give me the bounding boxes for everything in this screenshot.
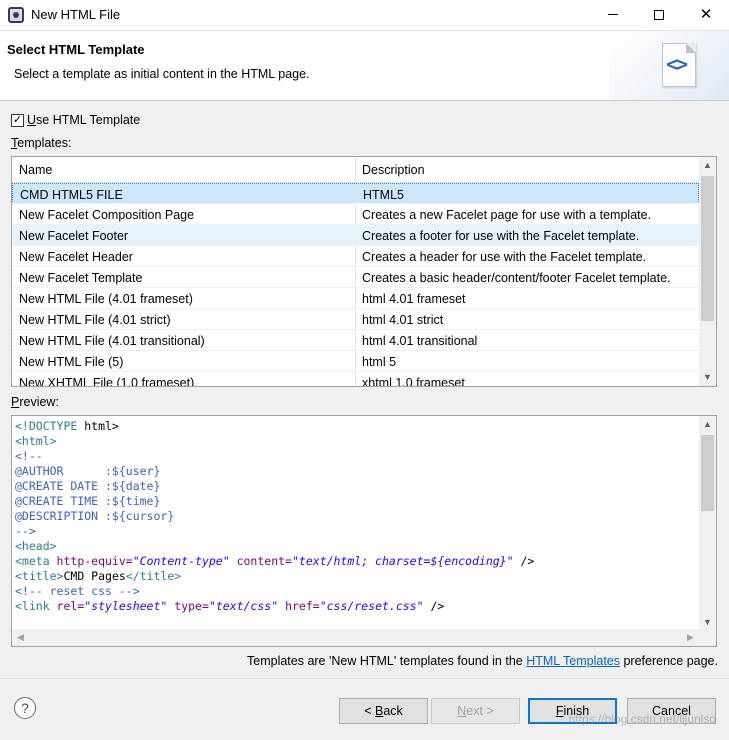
watermark-url: https://blog.csdn.net/lijunlso xyxy=(568,712,716,726)
maximize-button[interactable] xyxy=(636,0,682,30)
code-line: <!DOCTYPE html> xyxy=(15,419,119,433)
code-line: --> xyxy=(15,524,36,538)
code-line: <!-- xyxy=(15,449,43,463)
next-button[interactable]: Next > xyxy=(431,698,520,724)
template-description-cell: html 4.01 transitional xyxy=(362,334,478,348)
footer-note-prefix: Templates are 'New HTML' templates found… xyxy=(247,654,527,668)
code-line: <meta http-equiv="Content-type" content=… xyxy=(15,554,535,568)
code-line: <link rel="stylesheet" type="text/css" h… xyxy=(15,599,445,613)
templates-table[interactable]: Name Description CMD HTML5 FILE HTML5 New … xyxy=(11,156,717,387)
window-title: New HTML File xyxy=(31,7,121,22)
html-templates-link[interactable]: HTML Templates xyxy=(526,654,620,668)
page-fold xyxy=(686,43,696,53)
wizard-page-title: Select HTML Template xyxy=(7,42,145,57)
template-name-cell: New XHTML File (1.0 frameset) xyxy=(19,376,195,387)
scroll-up-arrow-icon[interactable]: ▲ xyxy=(699,157,716,174)
template-name-cell: New Facelet Template xyxy=(19,271,143,285)
template-name-cell: New Facelet Composition Page xyxy=(19,208,195,222)
label-rest: review: xyxy=(19,395,59,409)
footer-note: Templates are 'New HTML' templates found… xyxy=(247,654,718,668)
use-template-checkbox[interactable]: ✓ xyxy=(11,114,24,127)
table-row[interactable]: New HTML File (5) html 5 xyxy=(12,351,699,372)
wizard-header: Select HTML Template Select a template a… xyxy=(0,31,729,101)
template-description-cell: html 5 xyxy=(362,355,397,369)
help-icon: ? xyxy=(21,700,29,716)
template-name-cell: New HTML File (4.01 strict) xyxy=(19,313,171,327)
code-line: @DESCRIPTION :${cursor} xyxy=(15,509,175,523)
template-name-cell: New HTML File (5) xyxy=(19,355,124,369)
code-line: @CREATE TIME :${time} xyxy=(15,494,161,508)
preview-code: <!DOCTYPE html> <html> <!-- @AUTHOR :${user… xyxy=(15,419,534,614)
template-description-cell: HTML5 xyxy=(363,188,404,202)
code-line: <html> xyxy=(15,434,57,448)
preview-label: Preview: xyxy=(11,395,59,409)
table-vertical-scrollbar[interactable]: ▲ ▼ xyxy=(699,157,716,386)
table-row[interactable]: New Facelet Footer Creates a footer for u… xyxy=(12,225,699,246)
close-icon: ✕ xyxy=(699,6,713,23)
back-label-prefix: < xyxy=(364,704,375,718)
label-rest: emplates: xyxy=(17,136,72,150)
template-description-cell: Creates a footer for use with the Facele… xyxy=(362,229,640,243)
template-description-cell: Creates a new Facelet page for use with … xyxy=(362,208,652,222)
title-bar: New HTML File ✕ xyxy=(0,0,729,31)
code-line: @AUTHOR :${user} xyxy=(15,464,161,478)
template-description-cell: Creates a basic header/content/footer Fa… xyxy=(362,271,671,285)
template-description-cell: xhtml 1.0 frameset xyxy=(362,376,465,387)
template-name-cell: New Facelet Footer xyxy=(19,229,129,243)
mnemonic-letter: N xyxy=(457,704,467,718)
label-rest: se HTML Template xyxy=(36,113,141,127)
scroll-left-arrow-icon[interactable]: ◀ xyxy=(12,629,29,646)
scroll-thumb[interactable] xyxy=(701,176,714,321)
next-label-rest: ext > xyxy=(466,704,494,718)
template-name-cell: New Facelet Header xyxy=(19,250,133,264)
maximize-icon xyxy=(654,9,664,20)
template-name-cell: New HTML File (4.01 transitional) xyxy=(19,334,205,348)
eclipse-app-icon xyxy=(8,7,24,23)
template-description-cell: Creates a header for use with the Facele… xyxy=(362,250,647,264)
table-row[interactable]: New HTML File (4.01 frameset) html 4.01 f… xyxy=(12,288,699,309)
preview-horizontal-scrollbar[interactable]: ◀ ▶ xyxy=(12,629,699,646)
footer-note-suffix: preference page. xyxy=(620,654,718,668)
column-header-description[interactable]: Description xyxy=(362,163,425,177)
template-name-cell: New HTML File (4.01 frameset) xyxy=(19,292,193,306)
template-description-cell: html 4.01 frameset xyxy=(362,292,466,306)
table-row[interactable]: New Facelet Header Creates a header for u… xyxy=(12,246,699,267)
code-line: <head> xyxy=(15,539,57,553)
back-button[interactable]: < Back xyxy=(339,698,428,724)
code-brackets-icon: <> xyxy=(666,52,688,76)
scrollbar-corner xyxy=(699,629,716,646)
scroll-up-arrow-icon[interactable]: ▲ xyxy=(699,416,716,433)
scroll-down-arrow-icon[interactable]: ▼ xyxy=(699,369,716,386)
minimize-icon xyxy=(608,14,618,16)
column-header-name[interactable]: Name xyxy=(19,163,52,177)
use-template-label[interactable]: Use HTML Template xyxy=(27,113,140,127)
wizard-page-description: Select a template as initial content in … xyxy=(14,67,310,81)
mnemonic-letter: U xyxy=(27,113,37,127)
table-row[interactable]: New Facelet Template Creates a basic head… xyxy=(12,267,699,288)
html-template-icon: <> xyxy=(662,43,696,87)
table-row[interactable]: CMD HTML5 FILE HTML5 xyxy=(12,183,699,204)
preview-vertical-scrollbar[interactable]: ▲ ▼ xyxy=(699,416,716,631)
back-label-rest: ack xyxy=(383,704,403,718)
templates-label: Templates: xyxy=(11,136,71,150)
preview-pane[interactable]: <!DOCTYPE html> <html> <!-- @AUTHOR :${user… xyxy=(11,415,717,647)
minimize-button[interactable] xyxy=(590,0,636,30)
help-button[interactable]: ? xyxy=(14,697,36,719)
footer-divider xyxy=(0,678,729,679)
table-row[interactable]: New HTML File (4.01 transitional) html 4.… xyxy=(12,330,699,351)
template-description-cell: html 4.01 strict xyxy=(362,313,444,327)
code-line: @CREATE DATE :${date} xyxy=(15,479,161,493)
table-row[interactable]: New Facelet Composition Page Creates a ne… xyxy=(12,204,699,225)
table-row[interactable]: New XHTML File (1.0 frameset) xhtml 1.0 f… xyxy=(12,372,699,387)
table-row[interactable]: New HTML File (4.01 strict) html 4.01 str… xyxy=(12,309,699,330)
scroll-right-arrow-icon[interactable]: ▶ xyxy=(682,629,699,646)
template-name-cell: CMD HTML5 FILE xyxy=(20,188,123,202)
close-button[interactable]: ✕ xyxy=(683,0,729,30)
code-line: <!-- reset css --> xyxy=(15,584,140,598)
scroll-thumb[interactable] xyxy=(701,435,714,511)
code-line: <title>CMD Pages</title> xyxy=(15,569,182,583)
